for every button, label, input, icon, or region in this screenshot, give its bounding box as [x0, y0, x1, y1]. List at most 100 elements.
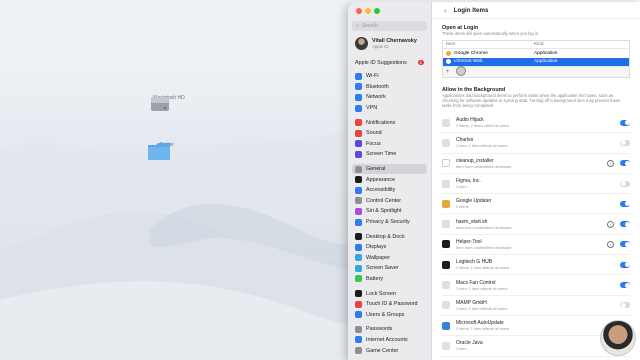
sidebar-item-label: Bluetooth [366, 83, 389, 90]
item-sub: Item from unidentified developer. [456, 163, 513, 169]
apple-id-account[interactable]: Vitali Chernavsky Apple ID [355, 37, 427, 50]
sidebar-item-label: Notifications [366, 119, 396, 126]
sidebar-item-screen-time[interactable]: Screen Time [352, 149, 427, 160]
toggle-switch[interactable] [620, 302, 630, 309]
info-icon[interactable]: i [607, 240, 614, 248]
toggle-switch[interactable] [620, 221, 630, 228]
sidebar-item-bluetooth[interactable]: Bluetooth [352, 82, 427, 93]
remove-button[interactable] [455, 66, 466, 78]
zoom-button[interactable] [374, 8, 380, 14]
search-input[interactable]: ⌕ Search [352, 21, 427, 31]
sidebar-item-control-center[interactable]: Control Center [352, 196, 427, 207]
item-text: Oracle Java 1 item [456, 340, 620, 351]
sidebar-item-users-groups[interactable]: Users & Groups [352, 309, 427, 320]
sidebar-item-label: Sound [366, 130, 382, 137]
sidebar-item-label: Desktop & Dock [366, 233, 405, 240]
item-sub: 2 items: 1 item affects all users [456, 265, 510, 271]
app-icon [442, 118, 450, 127]
sidebar-item-internet-accounts[interactable]: Internet Accounts [352, 335, 427, 346]
item-text: Microsoft AutoUpdate 2 items: 1 item affe… [456, 320, 620, 331]
touch-id-password-icon [355, 300, 362, 308]
sidebar-item-game-center[interactable]: Game Center [352, 345, 427, 356]
battery-icon [355, 275, 362, 283]
item-sub: 1 item [456, 346, 467, 352]
screen-saver-icon [355, 264, 362, 272]
minimize-button[interactable] [365, 8, 371, 14]
open-at-login-sub: These items will open automatically when… [442, 31, 540, 36]
lock-screen-icon [355, 290, 362, 298]
chevron-left-icon[interactable]: ‹ [444, 6, 447, 15]
sidebar-item-vpn[interactable]: VPN [352, 103, 427, 114]
info-icon[interactable]: i [607, 220, 614, 228]
sidebar-item-lock-screen[interactable]: Lock Screen [352, 288, 427, 299]
item-text: Macs Fan Control 1 item: 1 item affects a… [456, 280, 620, 291]
sidebar-item-passwords[interactable]: Passwords [352, 324, 427, 335]
sidebar-item-accessibility[interactable]: Accessibility [352, 185, 427, 196]
apple-id-suggestions[interactable]: Apple ID Suggestions 1 [352, 57, 427, 68]
item-text: haxm_start.sh Item from unidentified deve… [456, 219, 607, 230]
app-icon [442, 199, 450, 208]
item-kind: Application [534, 50, 558, 56]
suggestions-badge: 1 [417, 60, 424, 65]
sidebar-item-network[interactable]: Network [352, 92, 427, 103]
toggle-switch[interactable] [620, 180, 630, 187]
toggle-switch[interactable] [620, 160, 630, 167]
list-item: Google Updater 2 items [442, 194, 630, 215]
table-row[interactable]: Google Chrome Application [443, 49, 629, 58]
sidebar-item-screen-saver[interactable]: Screen Saver [352, 263, 427, 274]
displays-icon [355, 243, 362, 251]
sidebar-item-sound[interactable]: Sound [352, 128, 427, 139]
add-button[interactable]: + [446, 69, 450, 75]
accessibility-icon [355, 186, 362, 194]
sidebar-item-label: Lock Screen [366, 290, 396, 297]
sidebar-item-notifications[interactable]: Notifications [352, 117, 427, 128]
sidebar-item-desktop-dock[interactable]: Desktop & Dock [352, 231, 427, 242]
sidebar-item-label: Passwords [366, 326, 393, 333]
wallpaper-icon [355, 254, 362, 262]
toggle-switch[interactable] [620, 282, 630, 289]
webcam-overlay [600, 320, 636, 356]
toggle-switch[interactable] [620, 139, 630, 146]
login-rows: Google Chrome Application uTorrent Web Appl… [443, 49, 629, 66]
sidebar-item-label: Focus [366, 140, 381, 147]
sidebar-item-battery[interactable]: Battery [352, 274, 427, 285]
focus-icon [355, 140, 362, 148]
sidebar-item-general[interactable]: General [352, 163, 427, 175]
sidebar-item-label: Internet Accounts [366, 336, 408, 343]
info-icon[interactable]: i [607, 159, 614, 167]
item-sub: 2 items: 1 item affects all users [456, 326, 510, 332]
sidebar-item-touch-id-password[interactable]: Touch ID & Password [352, 299, 427, 310]
app-icon [446, 50, 451, 56]
login-items-pane: ‹ Login Items Open at Login These items … [432, 2, 640, 360]
sidebar-item-wallpaper[interactable]: Wallpaper [352, 253, 427, 264]
sidebar-item-siri-spotlight[interactable]: Siri & Spotlight [352, 206, 427, 217]
list-item: Helper-Tool Item from unidentified develo… [442, 235, 630, 256]
item-name: Google Chrome [446, 50, 534, 56]
sidebar-groups: Wi-Fi Bluetooth Network VPN Notifications Sou… [352, 71, 427, 356]
item-sub: 1 item: 1 item affects all users [456, 305, 508, 311]
table-row[interactable]: uTorrent Web Application [443, 57, 629, 66]
sidebar-item-label: Screen Saver [366, 265, 399, 272]
sidebar-item-label: Control Center [366, 197, 402, 204]
item-text: Logitech G HUB 2 items: 1 item affects al… [456, 259, 620, 270]
sidebar-item-focus[interactable]: Focus [352, 139, 427, 150]
toggle-switch[interactable] [620, 241, 630, 248]
toggle-switch[interactable] [620, 200, 630, 207]
macintosh-hd-icon[interactable]: Macintosh HD [149, 93, 189, 111]
sidebar: ⌕ Search Vitali Chernavsky Apple ID Appl… [348, 2, 432, 360]
search-icon: ⌕ [356, 23, 359, 29]
folder-icon[interactable]: Folder [147, 140, 187, 160]
table-header: Item Kind [443, 41, 629, 49]
suggestions-label: Apple ID Suggestions [355, 59, 407, 66]
sidebar-item-privacy-security[interactable]: Privacy & Security [352, 217, 427, 228]
background-sub: Applications add background items to per… [442, 93, 621, 108]
app-icon [442, 301, 450, 310]
passwords-icon [355, 325, 362, 333]
toggle-switch[interactable] [620, 119, 630, 126]
close-button[interactable] [356, 8, 362, 14]
sidebar-item-displays[interactable]: Displays [352, 242, 427, 253]
appearance-icon [355, 176, 362, 184]
sidebar-item-appearance[interactable]: Appearance [352, 174, 427, 185]
toggle-switch[interactable] [620, 261, 630, 268]
sidebar-item-wi-fi[interactable]: Wi-Fi [352, 71, 427, 82]
